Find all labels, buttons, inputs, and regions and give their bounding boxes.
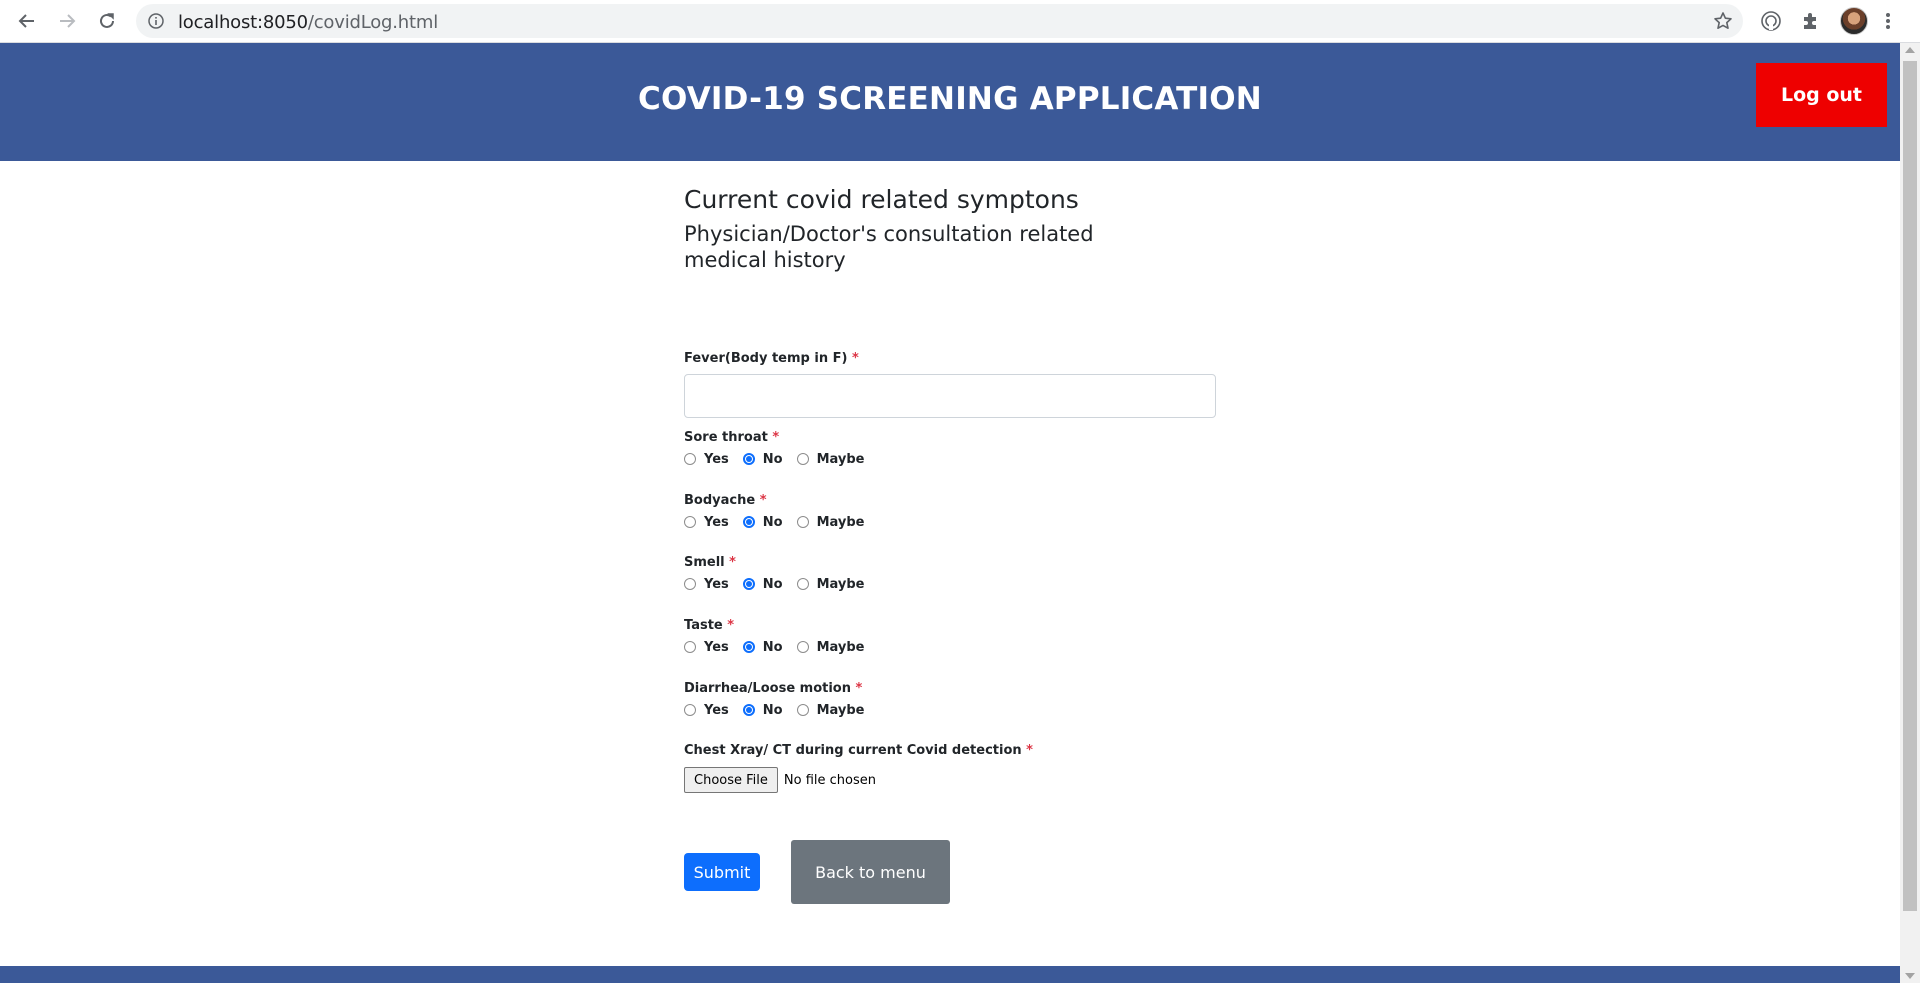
radio-button[interactable] bbox=[796, 704, 809, 716]
reload-icon[interactable] bbox=[94, 8, 120, 34]
question-label: Bodyache * bbox=[684, 493, 767, 508]
radio-option-no[interactable]: No bbox=[742, 702, 783, 718]
required-mark: * bbox=[1026, 743, 1033, 758]
question-label: Diarrhea/Loose motion * bbox=[684, 681, 863, 696]
radio-label: Maybe bbox=[816, 451, 865, 467]
radio-button[interactable] bbox=[684, 516, 696, 528]
puzzle-icon[interactable] bbox=[1799, 9, 1823, 33]
radio-label: Yes bbox=[704, 514, 729, 530]
scroll-thumb[interactable] bbox=[1903, 61, 1917, 911]
question-label: Taste * bbox=[684, 618, 735, 633]
radio-button[interactable] bbox=[796, 578, 809, 590]
page-title: Current covid related symptons bbox=[684, 185, 1079, 214]
radio-button[interactable] bbox=[684, 578, 696, 590]
forward-arrow-icon[interactable] bbox=[54, 8, 80, 34]
radio-label: Maybe bbox=[816, 639, 865, 655]
radio-button[interactable] bbox=[684, 641, 696, 653]
radio-option-maybe[interactable]: Maybe bbox=[796, 514, 865, 530]
question-label: Sore throat * bbox=[684, 430, 780, 445]
required-mark: * bbox=[759, 493, 767, 508]
radio-button[interactable] bbox=[742, 516, 755, 528]
scroll-down-icon[interactable] bbox=[1905, 973, 1915, 979]
question-label: Smell * bbox=[684, 555, 736, 570]
radio-group: Yes No Maybe bbox=[684, 701, 879, 719]
file-status: No file chosen bbox=[783, 772, 876, 788]
radio-option-no[interactable]: No bbox=[742, 639, 783, 655]
app-header: COVID-19 SCREENING APPLICATION Log out bbox=[0, 43, 1900, 161]
radio-label: Maybe bbox=[816, 576, 865, 592]
radio-group: Yes No Maybe bbox=[684, 638, 879, 656]
radio-group: Yes No Maybe bbox=[684, 513, 879, 531]
scrollbar[interactable] bbox=[1900, 43, 1920, 983]
page-footer bbox=[0, 966, 1900, 983]
radio-option-maybe[interactable]: Maybe bbox=[796, 451, 865, 467]
radio-option-yes[interactable]: Yes bbox=[684, 577, 729, 592]
radio-label: Maybe bbox=[816, 702, 865, 718]
required-mark: * bbox=[727, 618, 735, 633]
xray-file-input: Choose File No file chosen bbox=[684, 767, 876, 793]
radio-option-no[interactable]: No bbox=[742, 576, 783, 592]
radio-option-no[interactable]: No bbox=[742, 514, 783, 530]
logout-button[interactable]: Log out bbox=[1756, 63, 1887, 127]
profile-extension-icon[interactable] bbox=[1759, 9, 1783, 33]
radio-label: Yes bbox=[704, 702, 729, 718]
url-host: localhost:8050 bbox=[178, 12, 308, 33]
radio-option-yes[interactable]: Yes bbox=[684, 640, 729, 655]
required-mark: * bbox=[772, 430, 780, 445]
required-mark: * bbox=[855, 681, 863, 696]
radio-button[interactable] bbox=[684, 453, 696, 465]
fever-label: Fever(Body temp in F) * bbox=[684, 351, 859, 366]
radio-button[interactable] bbox=[742, 704, 755, 716]
required-mark: * bbox=[729, 555, 736, 570]
radio-label: Maybe bbox=[816, 514, 865, 530]
radio-option-yes[interactable]: Yes bbox=[684, 515, 729, 530]
star-icon[interactable] bbox=[1713, 11, 1733, 31]
avatar[interactable] bbox=[1840, 7, 1868, 35]
radio-option-maybe[interactable]: Maybe bbox=[796, 702, 865, 718]
radio-button[interactable] bbox=[742, 453, 755, 465]
choose-file-button[interactable]: Choose File bbox=[684, 767, 778, 793]
radio-label: No bbox=[762, 702, 783, 718]
url-path: /covidLog.html bbox=[307, 12, 439, 33]
address-bar[interactable]: localhost:8050/covidLog.html bbox=[136, 4, 1743, 38]
radio-option-maybe[interactable]: Maybe bbox=[796, 639, 865, 655]
radio-option-yes[interactable]: Yes bbox=[684, 452, 729, 467]
radio-label: No bbox=[762, 639, 783, 655]
page-subtitle: Physician/Doctor's consultation related … bbox=[684, 222, 1094, 272]
submit-button[interactable]: Submit bbox=[684, 853, 760, 891]
radio-label: Yes bbox=[704, 451, 729, 467]
radio-label: No bbox=[762, 576, 783, 592]
radio-button[interactable] bbox=[796, 641, 809, 653]
radio-label: No bbox=[762, 451, 783, 467]
radio-option-no[interactable]: No bbox=[742, 451, 783, 467]
radio-label: No bbox=[762, 514, 783, 530]
radio-group: Yes No Maybe bbox=[684, 450, 879, 468]
scroll-up-icon[interactable] bbox=[1905, 47, 1915, 53]
browser-toolbar: localhost:8050/covidLog.html bbox=[0, 0, 1920, 43]
radio-group: Yes No Maybe bbox=[684, 575, 879, 593]
radio-button[interactable] bbox=[796, 453, 809, 465]
radio-button[interactable] bbox=[742, 641, 755, 653]
back-to-menu-button[interactable]: Back to menu bbox=[791, 840, 950, 904]
xray-label: Chest Xray/ CT during current Covid dete… bbox=[684, 743, 1033, 758]
info-icon[interactable] bbox=[148, 13, 164, 29]
form-headings: Current covid related symptons Physician… bbox=[684, 185, 1216, 273]
radio-option-maybe[interactable]: Maybe bbox=[796, 576, 865, 592]
page-viewport: COVID-19 SCREENING APPLICATION Log out C… bbox=[0, 43, 1900, 983]
radio-option-yes[interactable]: Yes bbox=[684, 703, 729, 718]
radio-label: Yes bbox=[704, 639, 729, 655]
fever-input[interactable] bbox=[684, 374, 1216, 418]
radio-button[interactable] bbox=[796, 516, 809, 528]
back-arrow-icon[interactable] bbox=[14, 8, 40, 34]
app-title: COVID-19 SCREENING APPLICATION bbox=[638, 81, 1262, 117]
radio-button[interactable] bbox=[684, 704, 696, 716]
radio-label: Yes bbox=[704, 576, 729, 592]
kebab-menu-icon[interactable] bbox=[1880, 9, 1896, 33]
radio-button[interactable] bbox=[742, 578, 755, 590]
url-text: localhost:8050/covidLog.html bbox=[178, 12, 438, 33]
required-mark: * bbox=[851, 351, 859, 366]
